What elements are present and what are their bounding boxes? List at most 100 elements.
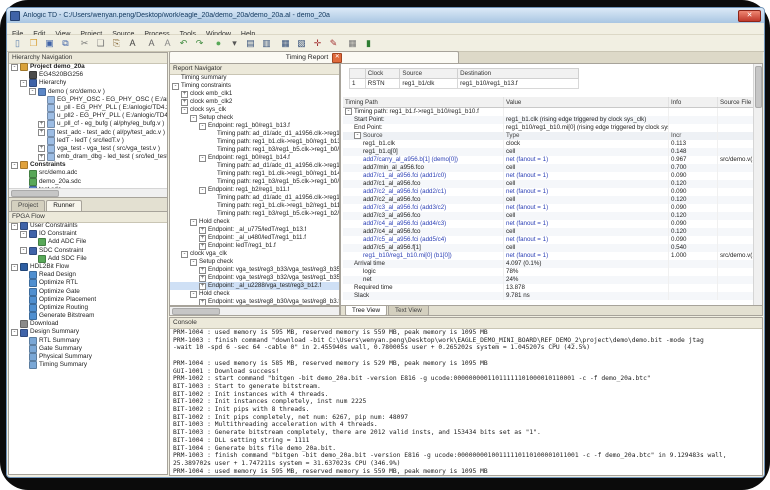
- collapse-icon[interactable]: -: [11, 264, 18, 271]
- report-nav-item[interactable]: Timing path: reg1_b3/reg1_b5.clk->reg1_b…: [170, 146, 339, 154]
- report-nav-item[interactable]: Timing summary: [170, 74, 339, 82]
- report-nav-item[interactable]: Timing path: reg1_b1.clk->reg1_b0/reg1_b…: [170, 170, 339, 178]
- collapse-icon[interactable]: -: [20, 247, 27, 254]
- hierarchy-tree-item[interactable]: src/demo.adc: [9, 169, 167, 177]
- flow-tree-item[interactable]: Optimize Routing: [9, 304, 167, 312]
- hierarchy-tree-item[interactable]: ledT - ledT ( src/ledT.v ): [9, 137, 167, 145]
- close-button[interactable]: ✕: [738, 10, 761, 22]
- timing-table-row[interactable]: add7/c2_al_a956.fcocell0.120: [343, 196, 763, 204]
- expand-icon[interactable]: +: [38, 129, 45, 136]
- left-tab-project[interactable]: Project: [11, 200, 45, 211]
- report-nav-item[interactable]: -clock vga_clk: [170, 250, 339, 258]
- collapse-icon[interactable]: -: [181, 251, 188, 258]
- gate-view-icon[interactable]: ▥: [259, 36, 274, 50]
- copy-icon[interactable]: ❏: [93, 36, 108, 50]
- redo-icon[interactable]: ↷: [192, 36, 207, 50]
- flow-tree-item[interactable]: Optimize RTL: [9, 279, 167, 287]
- collapse-icon[interactable]: -: [181, 107, 188, 114]
- save-all-icon[interactable]: ⧉: [58, 36, 73, 50]
- expand-icon[interactable]: +: [199, 275, 206, 282]
- timing-table-row[interactable]: reg1_b10/reg1_b10.mi[0] (b1[0])net (fano…: [343, 252, 763, 260]
- hierarchy-tree-item[interactable]: +emb_dram_dbg - led_test ( src/led_test.…: [9, 153, 167, 161]
- routing-view-icon[interactable]: ▧: [294, 36, 309, 50]
- timing-table-row[interactable]: add7/c1_al_a956.fci (add1/c0)net (fanout…: [343, 172, 763, 180]
- flow-tree-item[interactable]: Read Design: [9, 271, 167, 279]
- flow-tree-item[interactable]: -User Constraints: [9, 222, 167, 230]
- timing-table-row[interactable]: Arrival time4.097 (0.1%): [343, 260, 763, 268]
- collapse-icon[interactable]: -: [190, 291, 197, 298]
- timing-table-row[interactable]: logic78%: [343, 268, 763, 276]
- cut-icon[interactable]: ✂: [77, 36, 92, 50]
- undo-icon[interactable]: ↶: [176, 36, 191, 50]
- view-tab-text-view[interactable]: Text View: [388, 306, 429, 316]
- flow-tree-item[interactable]: Gate Summary: [9, 345, 167, 353]
- run-options-dropdown-icon[interactable]: ▾: [227, 36, 242, 50]
- hierarchy-tree-item[interactable]: u_pll2 - EG_PHY_PLL ( E:/anlogic/TD4.2/a…: [9, 112, 167, 120]
- report-nav-item[interactable]: Timing path: ad_d1/adc_d1_a1956.clk->reg…: [170, 130, 339, 138]
- timing-table-row[interactable]: reg1_b1.q[0]cell0.148: [343, 148, 763, 156]
- hierarchy-tree-item[interactable]: +test_adc - test_adc ( al/py/test_adc.v …: [9, 129, 167, 137]
- grid-icon[interactable]: ▦: [345, 36, 360, 50]
- expand-icon[interactable]: +: [199, 299, 206, 306]
- hierarchy-tree-item[interactable]: -demo ( src/demo.v ): [9, 88, 167, 96]
- hierarchy-horizontal-scrollbar[interactable]: [9, 188, 167, 197]
- collapse-icon[interactable]: -: [190, 259, 197, 266]
- cross-probe-icon[interactable]: ✛: [310, 36, 325, 50]
- report-nav-item[interactable]: -clock sys_clk: [170, 106, 339, 114]
- report-nav-item[interactable]: -Setup check: [170, 114, 339, 122]
- open-folder-icon[interactable]: ❐: [26, 36, 41, 50]
- collapse-icon[interactable]: -: [172, 83, 179, 90]
- flow-tree-item[interactable]: Generate Bitstream: [9, 312, 167, 320]
- scrollbar-thumb[interactable]: [172, 308, 220, 315]
- flow-tree-item[interactable]: Optimize Placement: [9, 296, 167, 304]
- hierarchy-tree-item[interactable]: u_pll - EG_PHY_PLL ( E:/anlogic/TD4.2/ar…: [9, 104, 167, 112]
- report-nav-item[interactable]: Timing path: reg1_b1.clk->reg1_b0/reg1_b…: [170, 138, 339, 146]
- flow-tree-item[interactable]: -Design Summary: [9, 328, 167, 336]
- timing-table-row[interactable]: reg1_b1.clkclock0.113: [343, 140, 763, 148]
- timing-table-row[interactable]: -Timing path: reg1_b1.f->reg1_b10/reg1_b…: [343, 108, 763, 117]
- tab-close-icon[interactable]: ✕: [332, 53, 342, 63]
- expand-icon[interactable]: +: [199, 227, 206, 234]
- timing-table-row[interactable]: add7/c4_al_a956.fci (add4/c3)net (fanout…: [343, 220, 763, 228]
- scrollbar-thumb[interactable]: [11, 190, 59, 197]
- report-nav-item[interactable]: -Endpoint: reg1_b0/reg1_b13.f: [170, 122, 339, 130]
- hierarchy-tree-item[interactable]: demo_20a.sdc: [9, 178, 167, 186]
- timing-table-row[interactable]: net24%: [343, 276, 763, 284]
- report-nav-item[interactable]: Timing path: ad_d1/adc_d1_a1956.clk->reg…: [170, 162, 339, 170]
- timing-table-vertical-scrollbar[interactable]: [753, 64, 762, 305]
- collapse-icon[interactable]: -: [11, 64, 18, 71]
- collapse-icon[interactable]: -: [11, 223, 18, 230]
- flow-tree-item[interactable]: Timing Summary: [9, 361, 167, 369]
- edit-pen-icon[interactable]: ✎: [326, 36, 341, 50]
- timing-table-row[interactable]: End Point:reg1_b10/reg1_b10.mi[0] (risin…: [343, 124, 763, 132]
- hierarchy-tree-item[interactable]: -Project demo_20a: [9, 63, 167, 71]
- flow-tree-item[interactable]: Add SDC File: [9, 255, 167, 263]
- flow-tree-item[interactable]: -SDC Constraint: [9, 247, 167, 255]
- report-nav-item[interactable]: Timing path: reg1_b3/reg1_b5.clk->reg1_b…: [170, 210, 339, 218]
- hierarchy-tree-item[interactable]: EG4S20BG256: [9, 71, 167, 79]
- report-nav-item[interactable]: +clock emb_clk2: [170, 98, 339, 106]
- collapse-icon[interactable]: -: [199, 155, 206, 162]
- flow-tree-item[interactable]: Add ADC File: [9, 238, 167, 246]
- report-nav-item[interactable]: -Endpoint: reg1_b2/reg1_b11.f: [170, 186, 339, 194]
- timing-table-row[interactable]: add7/c3_al_a956.fci (add3/c2)net (fanout…: [343, 204, 763, 212]
- clock-table-row[interactable]: 1RSTNreg1_b1/clkreg1_b10/reg1_b13.f: [350, 79, 579, 89]
- timing-table-row[interactable]: Required time13.878: [343, 284, 763, 292]
- font-large-icon[interactable]: A: [125, 36, 140, 50]
- save-icon[interactable]: ▣: [42, 36, 57, 50]
- timing-table-row[interactable]: Slack9.781 ns: [343, 292, 763, 300]
- report-nav-item[interactable]: -Endpoint: reg1_b0/reg1_b14.f: [170, 154, 339, 162]
- expand-icon[interactable]: +: [38, 121, 45, 128]
- report-nav-item[interactable]: +Endpoint: vga_test/reg3_b33/vga_test/re…: [170, 266, 339, 274]
- report-nav-item[interactable]: +Endpoint: _al_u2288/vga_test/reg3_b12.f: [170, 282, 339, 290]
- collapse-icon[interactable]: -: [20, 231, 27, 238]
- timing-table-row[interactable]: add7/c5_al_a956.fci (add5/c4)net (fanout…: [343, 236, 763, 244]
- report-nav-item[interactable]: +Endpoint: _al_u480/ledT/reg1_b11.f: [170, 234, 339, 242]
- report-nav-item[interactable]: -Hold check: [170, 218, 339, 226]
- tab-timing-report[interactable]: Timing Report ✕: [169, 51, 459, 63]
- left-tab-runner[interactable]: Runner: [46, 200, 81, 211]
- report-nav-item[interactable]: +Endpoint: vga_test/reg3_b32/vga_test/re…: [170, 274, 339, 282]
- hierarchy-tree-item[interactable]: EG_PHY_OSC - EG_PHY_OSC ( E:/anlogic/TD4…: [9, 96, 167, 104]
- report-nav-item[interactable]: +Endpoint: _al_u775/ledT/reg1_b13.f: [170, 226, 339, 234]
- console-log[interactable]: PRM-1004 : used memory is 595 MB, reserv…: [170, 328, 762, 475]
